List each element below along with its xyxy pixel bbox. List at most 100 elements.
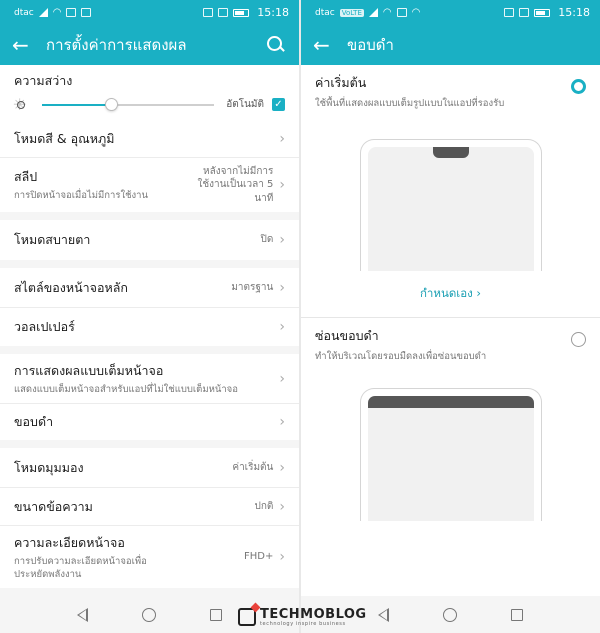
chevron-right-icon: › <box>279 414 285 430</box>
sleep-description: การปิดหน้าจอเมื่อไม่มีการใช้งาน <box>14 190 149 202</box>
eye-comfort-label: โหมดสบายตา <box>14 232 91 247</box>
option-default-label: ค่าเริ่มต้น <box>315 75 367 90</box>
view-group: โหมดมุมมอง ค่าเริ่มต้น › ขนาดข้อความ ปกต… <box>0 448 299 588</box>
home-screen-style-value: มาตรฐาน <box>231 281 274 293</box>
brightness-sun-icon <box>13 95 28 114</box>
home-style-group: สไตล์ของหน้าจอหลัก มาตรฐาน › วอลเปเปอร์ … <box>0 268 299 346</box>
display-settings-screen: dtac ◠ 15:18 ← การตั้งค่าการแสดงผล ความส… <box>0 0 299 633</box>
sleep-label: สลีป <box>14 169 38 185</box>
sleep-value-line1: หลังจากไม่มีการ <box>203 165 274 177</box>
logo-mark-icon <box>238 608 256 626</box>
chevron-right-icon: › <box>279 319 285 335</box>
signal-icon <box>38 8 48 17</box>
brightness-setting: ความสว่าง อัตโนมัติ ✓ <box>0 65 299 120</box>
view-mode-value: ค่าเริ่มต้น <box>232 461 274 473</box>
battery-icon <box>534 8 551 17</box>
notch-row[interactable]: ขอบดำ › <box>0 404 299 440</box>
nav-recent-apps-icon[interactable] <box>511 608 523 621</box>
fullscreen-display-row[interactable]: การแสดงผลแบบเต็มหน้าจอ แสดงแบบเต็มหน้าจอ… <box>0 354 299 404</box>
screen-resolution-value: FHD+ <box>244 551 274 563</box>
fullscreen-display-description: แสดงแบบเต็มหน้าจอสำหรับแอปที่ไม่ใช่แบบเต… <box>14 383 238 395</box>
volte-badge: VoLTE <box>339 8 364 17</box>
screen-resolution-label: ความละเอียดหน้าจอ <box>14 534 125 550</box>
nav-recent-apps-icon[interactable] <box>210 608 222 621</box>
chevron-right-icon: › <box>279 279 285 296</box>
eye-comfort-row[interactable]: โหมดสบายตา ปิด › <box>0 220 299 260</box>
sleep-value-line2: ใช้งานเป็นเวลา 5 <box>197 179 274 191</box>
app-bar: ← การตั้งค่าการแสดงผล <box>0 25 299 65</box>
fullscreen-display-label: การแสดงผลแบบเต็มหน้าจอ <box>14 362 164 378</box>
chevron-right-icon: › <box>476 286 482 300</box>
back-arrow-icon[interactable]: ← <box>313 33 341 57</box>
clock: 15:18 <box>257 6 289 19</box>
brightness-label: ความสว่าง <box>14 73 73 88</box>
notch-label: ขอบดำ <box>14 414 54 429</box>
battery-icon <box>233 8 250 17</box>
nav-back-icon[interactable] <box>77 607 88 622</box>
preview-dark-bar <box>367 396 534 408</box>
screen-resolution-description-line1: การปรับความละเอียดหน้าจอเพื่อ <box>14 555 147 567</box>
chevron-right-icon: › <box>279 370 285 387</box>
sleep-value: หลังจากไม่มีการ ใช้งานเป็นเวลา 5 นาที <box>197 165 273 206</box>
wallpaper-label: วอลเปเปอร์ <box>14 319 75 334</box>
home-screen-style-row[interactable]: สไตล์ของหน้าจอหลัก มาตรฐาน › <box>0 268 299 308</box>
settings-notification-icon <box>396 8 407 17</box>
text-size-row[interactable]: ขนาดข้อความ ปกติ › <box>0 488 299 526</box>
nfc-icon <box>203 8 214 17</box>
nav-home-icon[interactable] <box>142 607 156 622</box>
carrier-label: dtac <box>315 7 335 18</box>
view-mode-row[interactable]: โหมดมุมมอง ค่าเริ่มต้น › <box>0 448 299 488</box>
text-size-value: ปกติ <box>254 500 274 512</box>
status-bar: dtac ◠ 15:18 <box>0 0 299 25</box>
brightness-slider-thumb[interactable] <box>104 97 118 111</box>
settings-list: ความสว่าง อัตโนมัติ ✓ โหมดสี & อุณหภูมิ … <box>0 65 299 588</box>
nfc-icon <box>504 8 515 17</box>
option-hide-notch-label: ซ่อนขอบดำ <box>315 328 379 343</box>
view-mode-label: โหมดมุมมอง <box>14 459 84 475</box>
notch-options-panel: ค่าเริ่มต้น ใช้พื้นที่แสดงผลแบบเต็มรูปแบ… <box>301 65 600 596</box>
nav-home-icon[interactable] <box>443 607 457 622</box>
chevron-right-icon: › <box>279 498 285 515</box>
option-hide-notch-description: ทำให้บริเวณโดยรอบมืดลงเพื่อซ่อนขอบดำ <box>315 351 487 362</box>
customize-link[interactable]: กำหนดเอง › <box>301 271 600 317</box>
techmoblog-logo: TECHMOBLOG technology inspire business <box>238 604 368 630</box>
notch-settings-screen: dtac VoLTE ◠ ◠ 15:18 ← ขอบดำ ค่าเริ่มต้น… <box>301 0 600 633</box>
screen-resolution-row[interactable]: ความละเอียดหน้าจอ การปรับความละเอียดหน้า… <box>0 526 299 588</box>
color-temperature-label: โหมดสี & อุณหภูมิ <box>14 130 115 146</box>
preview-screen <box>367 408 534 521</box>
vibrate-icon <box>218 8 229 17</box>
logo-name: TECHMOBLOG <box>260 607 367 622</box>
app-bar: ← ขอบดำ <box>301 25 600 65</box>
sleep-value-line3: นาที <box>254 192 274 204</box>
color-temperature-row[interactable]: โหมดสี & อุณหภูมิ › <box>0 120 299 158</box>
search-icon[interactable] <box>265 34 287 56</box>
option-default-radio[interactable] <box>571 79 586 94</box>
back-arrow-icon[interactable]: ← <box>12 33 40 57</box>
wallpaper-row[interactable]: วอลเปเปอร์ › <box>0 308 299 346</box>
brightness-slider-fill <box>42 103 111 106</box>
text-size-label: ขนาดข้อความ <box>14 498 93 514</box>
option-hide-notch[interactable]: ซ่อนขอบดำ ทำให้บริเวณโดยรอบมืดลงเพื่อซ่อ… <box>301 318 600 521</box>
chevron-right-icon: › <box>279 549 285 565</box>
screen-resolution-description: การปรับความละเอียดหน้าจอเพื่อ ประหยัดพลั… <box>14 556 244 582</box>
notch-preview-default <box>359 139 542 271</box>
option-default[interactable]: ค่าเริ่มต้น ใช้พื้นที่แสดงผลแบบเต็มรูปแบ… <box>301 65 600 271</box>
page-title: ขอบดำ <box>347 36 394 54</box>
option-default-description: ใช้พื้นที่แสดงผลแบบเต็มรูปแบบในแอปที่รอง… <box>315 98 505 109</box>
nav-back-icon[interactable] <box>378 607 389 622</box>
home-screen-style-label: สไตล์ของหน้าจอหลัก <box>14 279 128 295</box>
clock: 15:18 <box>558 6 590 19</box>
chevron-right-icon: › <box>279 459 285 476</box>
wifi-icon: ◠ <box>52 6 62 18</box>
carrier-label: dtac <box>14 7 34 18</box>
page-title: การตั้งค่าการแสดงผล <box>46 36 187 54</box>
auto-brightness-checkbox[interactable]: ✓ <box>272 98 285 111</box>
status-bar: dtac VoLTE ◠ ◠ 15:18 <box>301 0 600 25</box>
option-hide-notch-radio[interactable] <box>571 332 586 347</box>
brightness-slider[interactable] <box>42 97 215 111</box>
sleep-row[interactable]: สลีป การปิดหน้าจอเมื่อไม่มีการใช้งาน หลั… <box>0 158 299 212</box>
eye-comfort-group: โหมดสบายตา ปิด › <box>0 220 299 260</box>
preview-notch <box>432 147 469 158</box>
notification-icon <box>66 8 77 17</box>
eye-comfort-value: ปิด <box>260 234 274 246</box>
